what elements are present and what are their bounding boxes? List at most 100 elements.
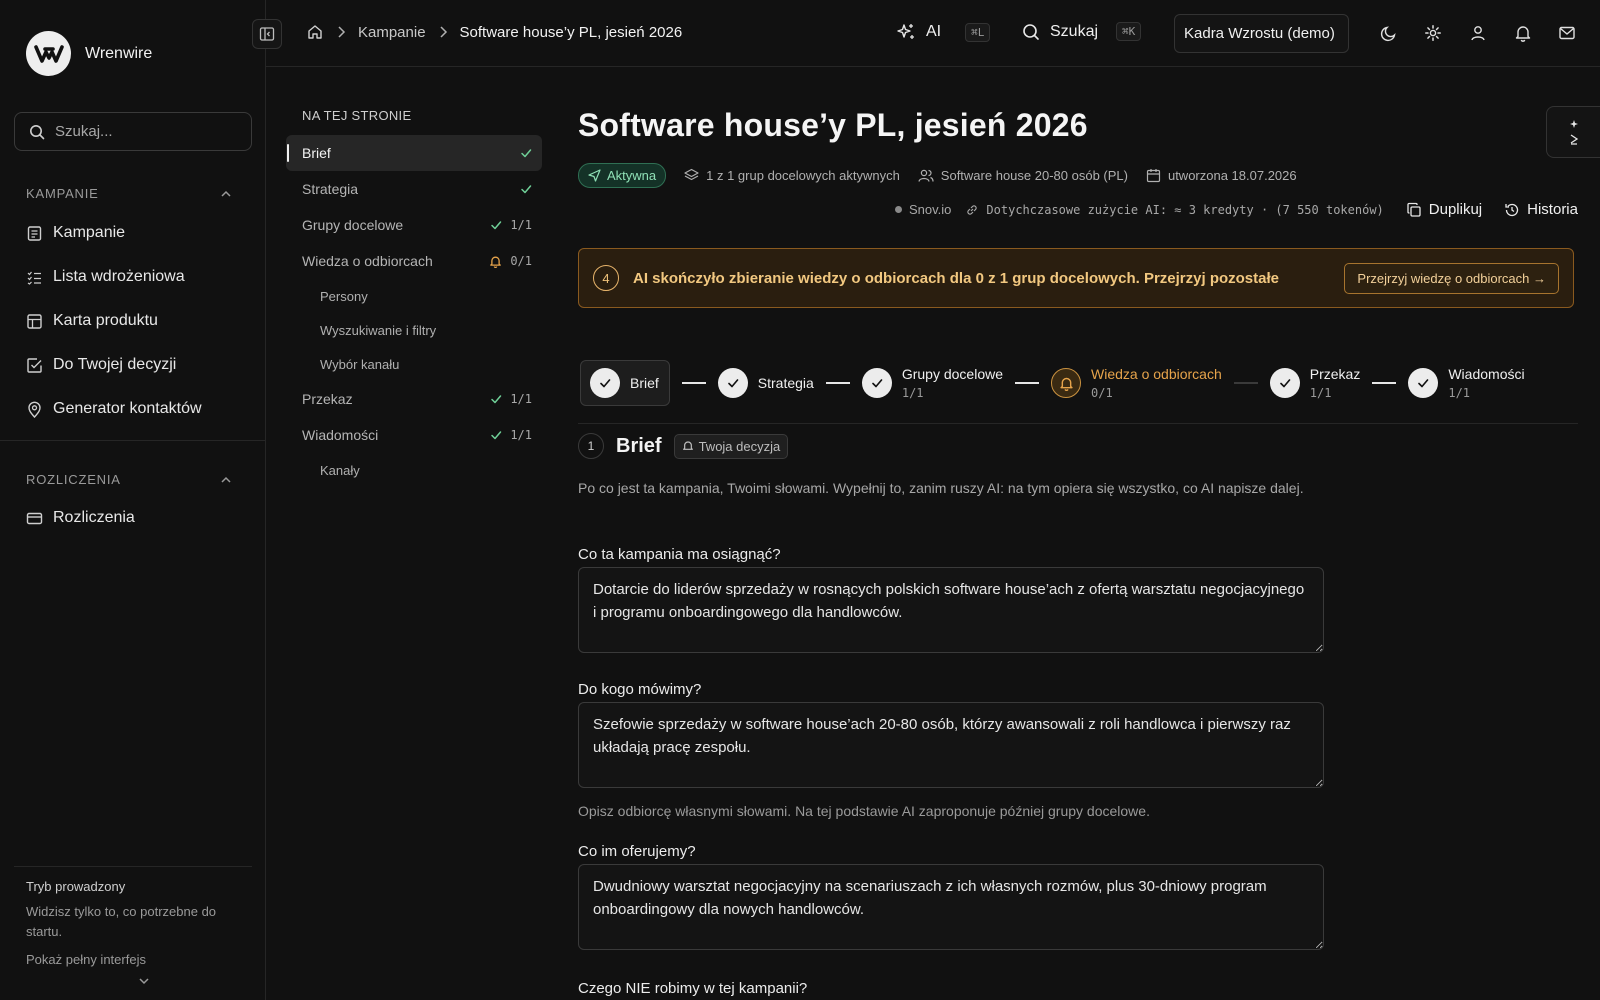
- sidebar-search[interactable]: [14, 112, 252, 151]
- toc-item[interactable]: Grupy docelowe 1/1: [286, 207, 542, 243]
- users-icon: [918, 168, 934, 183]
- groups-info: 1 z 1 grup docelowych aktywnych: [684, 168, 900, 183]
- toc-list: Brief Strategia Grupy docelowe 1/1 Wiedza o …: [286, 135, 542, 487]
- ai-button[interactable]: AI ⌘L: [896, 22, 991, 42]
- toc-item[interactable]: Persony: [286, 279, 542, 313]
- step-2[interactable]: Strategia: [717, 368, 814, 398]
- step-label: Grupy docelowe: [901, 366, 1004, 382]
- sidebar-item-generator-kontaktow[interactable]: Generator kontaktów: [26, 400, 202, 418]
- sidebar-item-karta-produktu[interactable]: Karta produktu: [26, 312, 158, 330]
- toc-item[interactable]: Wyszukiwanie i filtry: [286, 313, 542, 347]
- step-count: 0/1: [1091, 386, 1113, 400]
- ai-shortcut: ⌘L: [965, 22, 991, 42]
- decision-label: Twoja decyzja: [698, 438, 781, 454]
- duplicate-label: Duplikuj: [1428, 201, 1483, 218]
- checkbox-icon: [26, 357, 43, 374]
- user-icon[interactable]: [1469, 24, 1487, 42]
- sidebar-search-input[interactable]: [55, 123, 225, 140]
- toc-item-status: [520, 183, 532, 195]
- offer-field[interactable]: Dwudniowy warsztat negocjacyjny na scena…: [578, 864, 1324, 950]
- toc-item[interactable]: Wiedza o odbiorcach 0/1: [286, 243, 542, 279]
- moon-icon[interactable]: [1380, 24, 1398, 42]
- sidebar-item-lista-wdrozeniowa[interactable]: Lista wdrożeniowa: [26, 268, 185, 286]
- sidebar-item-kampanie[interactable]: Kampanie: [26, 224, 125, 242]
- audience-label: Do kogo mówimy?: [578, 681, 702, 698]
- alert-count: 4: [593, 265, 619, 291]
- alert-text: AI skończyło zbieranie wiedzy o odbiorca…: [633, 269, 1279, 287]
- topbar: Kampanie Software house’y PL, jesień 202…: [252, 0, 1600, 67]
- step-6[interactable]: Wiadomości 1/1: [1408, 366, 1525, 400]
- section-rozliczenia-header[interactable]: ROZLICZENIA: [26, 472, 232, 487]
- chevron-down-icon[interactable]: [138, 975, 240, 987]
- credit-card-icon: [26, 510, 43, 527]
- ai-usage-info: Dotychczasowe zużycie AI: ≈ 3 kredyty · …: [965, 203, 1384, 217]
- toc-item-status: 1/1: [490, 218, 532, 232]
- step-connector: [1015, 382, 1040, 384]
- home-icon[interactable]: [306, 23, 324, 41]
- sidebar-item-rozliczenia[interactable]: Rozliczenia: [26, 509, 135, 527]
- organization-select[interactable]: Kadra Wzrostu (demo): [1174, 14, 1349, 53]
- step-text: Strategia: [758, 375, 814, 391]
- section-kampanie-header[interactable]: KAMPANIE: [26, 186, 232, 201]
- toc-item[interactable]: Przekaz 1/1: [286, 381, 542, 417]
- step-1[interactable]: Brief: [580, 360, 670, 406]
- audience-field[interactable]: Szefowie sprzedaży w software house’ach …: [578, 702, 1324, 788]
- show-full-interface-link[interactable]: Pokaż pełny interfejs: [26, 952, 240, 967]
- sidebar-item-label: Karta produktu: [53, 312, 158, 329]
- step-5[interactable]: Przekaz 1/1: [1269, 366, 1361, 400]
- mail-icon[interactable]: [1558, 24, 1576, 42]
- step-3[interactable]: Grupy docelowe 1/1: [861, 366, 1004, 400]
- step-label: Wiedza o odbiorcach: [1091, 366, 1222, 382]
- toc-item-label: Wiedza o odbiorcach: [302, 253, 433, 269]
- step-count: 1/1: [901, 386, 924, 400]
- check-icon: [520, 147, 532, 159]
- bell-icon: [1051, 368, 1082, 398]
- toc-item-status: 1/1: [490, 392, 532, 406]
- breadcrumb-link-kampanie[interactable]: Kampanie: [358, 24, 426, 41]
- toc-item[interactable]: Brief: [286, 135, 542, 171]
- toc-item[interactable]: Wybór kanału: [286, 347, 542, 381]
- toc-item-label: Przekaz: [302, 391, 353, 407]
- breadcrumb-current: Software house’y PL, jesień 2026: [459, 23, 683, 41]
- divider: [578, 423, 1578, 424]
- brand[interactable]: Wrenwire: [26, 31, 152, 76]
- collapse-sidebar-button[interactable]: [252, 19, 282, 49]
- check-icon: [490, 429, 502, 441]
- duplicate-button[interactable]: Duplikuj: [1406, 201, 1482, 218]
- sidebar-item-do-twojej-decyzji[interactable]: Do Twojej decyzji: [26, 356, 176, 374]
- ai-assistant-toggle[interactable]: [1546, 106, 1600, 158]
- step-count: 1/1: [1309, 386, 1332, 400]
- decision-badge: Twoja decyzja: [673, 433, 789, 459]
- toc-item-status: 0/1: [489, 254, 532, 268]
- search-shortcut: ⌘K: [1116, 22, 1142, 41]
- audience-knowledge-alert: 4 AI skończyło zbieranie wiedzy o odbior…: [578, 248, 1574, 308]
- status-dot: [895, 206, 903, 213]
- brief-intro: Po co jest ta kampania, Twoimi słowami. …: [578, 480, 1304, 496]
- toc-item-status: [520, 147, 532, 159]
- history-icon: [1504, 202, 1520, 218]
- chevron-up-icon: [220, 188, 232, 200]
- gear-icon[interactable]: [1424, 24, 1442, 42]
- review-audience-knowledge-button[interactable]: Przejrzyj wiedzę o odbiorcach →: [1344, 262, 1559, 294]
- goal-field[interactable]: Dotarcie do liderów sprzedaży w rosnącyc…: [578, 567, 1324, 653]
- bell-icon: [489, 255, 502, 268]
- step-text: Przekaz 1/1: [1310, 366, 1361, 400]
- step-connector: [681, 382, 706, 384]
- step-4[interactable]: Wiedza o odbiorcach 0/1: [1051, 366, 1222, 400]
- created-text: utworzona 18.07.2026: [1167, 168, 1297, 183]
- history-button[interactable]: Historia: [1504, 201, 1578, 218]
- campaign-stepper: Brief Strategia Grupy docelowe 1/1 Wiedza o …: [580, 360, 1576, 406]
- chevron-up-icon: [220, 474, 232, 486]
- sidebar-divider: [0, 440, 266, 441]
- global-search-button[interactable]: Szukaj ⌘K: [1022, 22, 1142, 41]
- bell-icon[interactable]: [1514, 24, 1532, 42]
- chevron-right-icon: [438, 25, 448, 39]
- layout-icon: [26, 313, 43, 330]
- step-label: Przekaz: [1309, 366, 1361, 382]
- sidebar: Wrenwire KAMPANIE Kampanie Lista wdrożen…: [0, 0, 266, 1000]
- toc-item[interactable]: Wiadomości 1/1: [286, 417, 542, 453]
- toc-item[interactable]: Kanały: [286, 453, 542, 487]
- toc-item-label: Grupy docelowe: [302, 217, 404, 233]
- toc-item-count: 1/1: [510, 218, 532, 232]
- toc-item[interactable]: Strategia: [286, 171, 542, 207]
